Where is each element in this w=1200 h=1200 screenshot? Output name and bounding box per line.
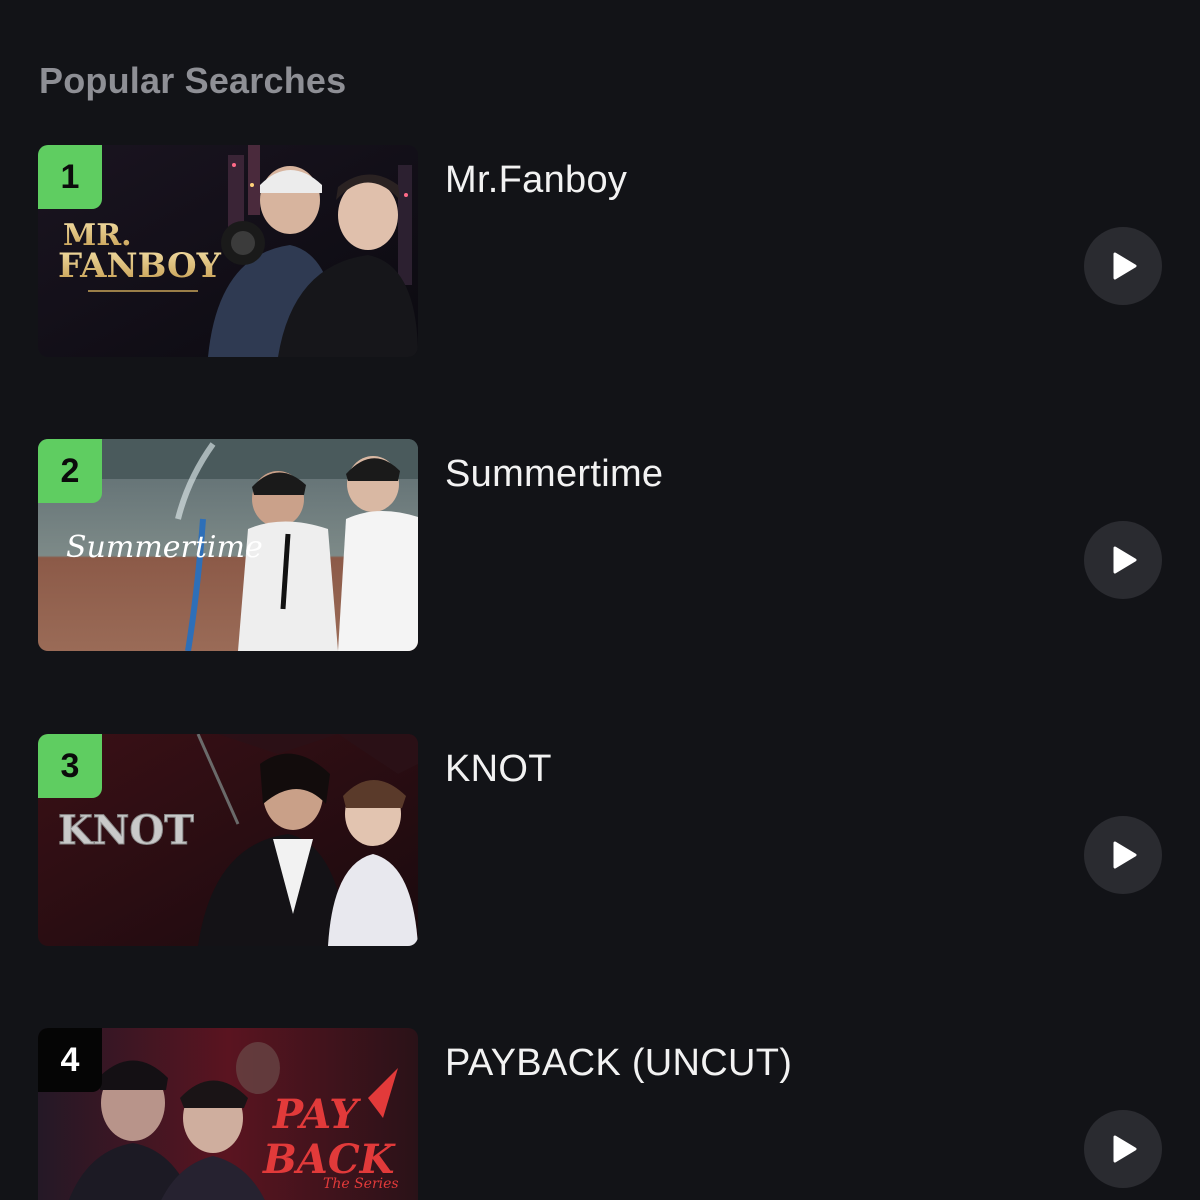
result-item-2[interactable]: Summertime 2 Summertime [0, 439, 1200, 651]
section-title: Popular Searches [39, 60, 347, 101]
rank-badge: 1 [38, 145, 102, 209]
play-icon [1113, 546, 1137, 574]
svg-text:KNOT: KNOT [58, 807, 194, 854]
rank-badge: 3 [38, 734, 102, 798]
popular-searches-page: Popular Searches MR. FANBOY 1 Mr.Fanboy … [0, 0, 1200, 1200]
play-button[interactable] [1084, 521, 1162, 599]
result-item-1[interactable]: MR. FANBOY 1 Mr.Fanboy [0, 145, 1200, 357]
svg-text:Summertime: Summertime [66, 530, 263, 565]
play-button[interactable] [1084, 816, 1162, 894]
play-button[interactable] [1084, 1110, 1162, 1188]
svg-text:FANBOY: FANBOY [58, 246, 222, 286]
svg-text:PAY: PAY [272, 1091, 361, 1138]
svg-text:The Series: The Series [323, 1176, 399, 1192]
rank-badge: 4 [38, 1028, 102, 1092]
result-item-3[interactable]: KNOT 3 KNOT [0, 734, 1200, 946]
play-button[interactable] [1084, 227, 1162, 305]
play-icon [1113, 1135, 1137, 1163]
result-title[interactable]: Summertime [445, 453, 663, 496]
result-title[interactable]: KNOT [445, 748, 552, 791]
result-item-4[interactable]: PAY BACK The Series 4 PAYBACK (UNCUT) [0, 1028, 1200, 1200]
play-icon [1113, 841, 1137, 869]
result-title[interactable]: PAYBACK (UNCUT) [445, 1042, 792, 1085]
rank-badge: 2 [38, 439, 102, 503]
play-icon [1113, 252, 1137, 280]
result-title[interactable]: Mr.Fanboy [445, 159, 627, 202]
